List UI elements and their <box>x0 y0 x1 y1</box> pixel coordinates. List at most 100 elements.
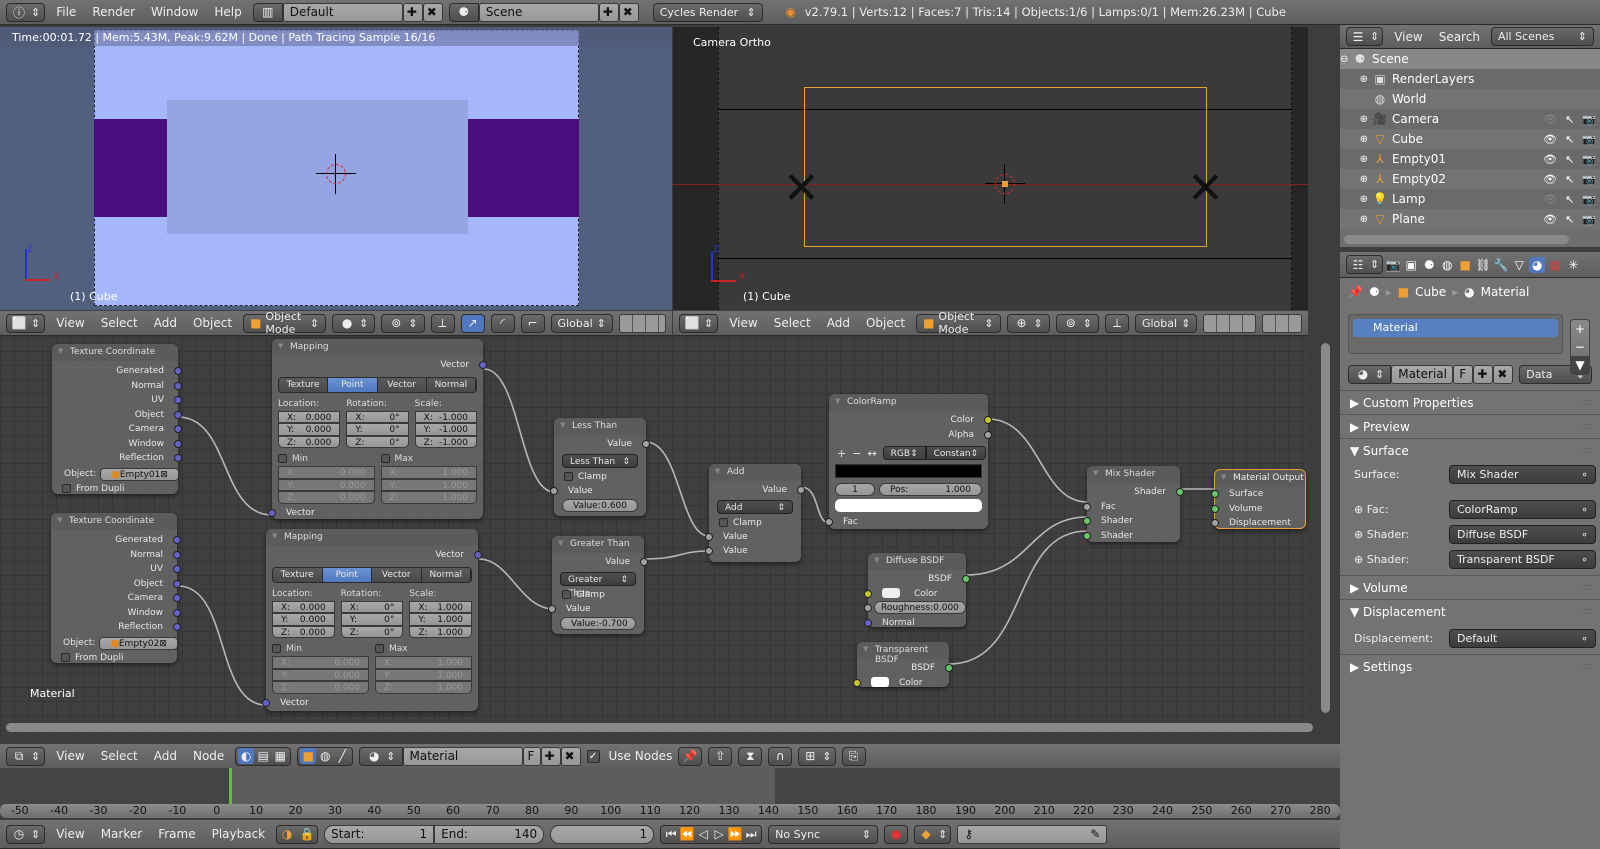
linestyle-shader-icon[interactable]: ╱ <box>334 748 350 764</box>
socket[interactable] <box>945 664 953 672</box>
jump-end-icon[interactable]: ⏭ <box>743 826 759 842</box>
object-shader-icon[interactable]: ■ <box>300 748 317 764</box>
visibility-eye-icon[interactable]: 👁 <box>1543 193 1557 206</box>
node-editor-canvas[interactable]: Texture Coordinate Generated Normal UV O… <box>0 337 1330 735</box>
start-frame-field[interactable]: Start: 1 <box>324 824 435 844</box>
tab-render-icon[interactable]: 📷 <box>1385 257 1401 273</box>
socket[interactable] <box>984 416 992 424</box>
stop-color-swatch[interactable] <box>835 499 982 512</box>
location-x[interactable]: X: 0.000 <box>278 410 341 423</box>
menu-marker[interactable]: Marker <box>96 827 147 841</box>
socket[interactable] <box>1211 504 1219 513</box>
socket[interactable] <box>173 550 181 559</box>
layers-grid[interactable] <box>1203 313 1256 333</box>
tab-constraints-icon[interactable]: ⛓ <box>1475 257 1491 273</box>
socket[interactable] <box>268 508 276 517</box>
copy-paste-buttons[interactable]: ⎘ <box>841 746 866 766</box>
compositing-nodes-icon[interactable]: ▤ <box>255 748 271 764</box>
add-slot-button[interactable]: + <box>1571 320 1589 338</box>
prev-keyframe-icon[interactable]: ⏪ <box>679 826 695 842</box>
unlink-material-button[interactable]: ✖ <box>560 746 581 766</box>
flip-ramp-button[interactable]: ↔ <box>867 447 876 460</box>
scene-icon-button[interactable]: ⚈ <box>448 2 479 22</box>
rotate-manipulator[interactable]: ◜ <box>490 313 515 333</box>
socket[interactable] <box>642 440 650 448</box>
jump-start-icon[interactable]: ⏮ <box>663 826 679 842</box>
type-point[interactable]: Point <box>328 377 378 392</box>
renderability-camera-icon[interactable]: 📷 <box>1582 113 1596 126</box>
keying-set-button[interactable]: ◆ ⇕ <box>914 824 952 844</box>
tab-renderlayers-icon[interactable]: ▣ <box>1403 257 1419 273</box>
visibility-eye-icon[interactable]: 👁 <box>1543 113 1557 126</box>
socket[interactable] <box>1083 502 1091 511</box>
location-x[interactable]: X: 0.000 <box>272 600 335 613</box>
socket[interactable] <box>1211 519 1219 527</box>
shader1-input-button[interactable]: Diffuse BSDF ∘ <box>1449 525 1596 544</box>
current-frame-indicator[interactable] <box>229 768 232 804</box>
scale-y[interactable]: Y: 1.000 <box>409 613 473 626</box>
surface-shader-button[interactable]: Mix Shader ∘ <box>1449 465 1596 484</box>
panel-surface[interactable]: ▼ Surface:::: <box>1340 438 1600 462</box>
color-mode-dropdown[interactable]: RGB ⇕ <box>882 446 926 460</box>
menu-render[interactable]: Render <box>87 5 140 19</box>
node-mix-shader[interactable]: Mix Shader Shader Fac Shader Shader <box>1083 466 1184 542</box>
node-material-output[interactable]: Material Output Surface Volume Displacem… <box>1211 469 1306 529</box>
node-add[interactable]: Add Value Add⇕ Clamp Value Value <box>705 464 805 562</box>
slot-specials-button[interactable]: ▼ <box>1571 356 1589 374</box>
play-reverse-icon[interactable]: ◁ <box>695 826 711 842</box>
selectability-cursor-icon[interactable]: ↖ <box>1565 193 1574 206</box>
type-vector[interactable]: Vector <box>377 377 427 392</box>
menu-add[interactable]: Add <box>822 316 855 330</box>
horizontal-scrollbar[interactable] <box>6 723 1313 732</box>
menu-node[interactable]: Node <box>188 749 229 763</box>
expand-toggle[interactable]: ⊕ <box>1340 74 1368 85</box>
socket[interactable] <box>173 608 181 617</box>
editor-type-3d-button[interactable]: ⬜ ⇕ <box>679 313 719 333</box>
outliner-item[interactable]: ⊕ ▽ Plane 👁 ↖ 📷 <box>1340 209 1600 229</box>
screen-layout-icon-button[interactable]: ▥ <box>252 2 283 22</box>
material-name-field[interactable]: Material <box>1391 364 1454 384</box>
selectability-cursor-icon[interactable]: ↖ <box>1565 113 1574 126</box>
editor-type-3d-button[interactable]: ⬜ ⇕ <box>6 313 46 333</box>
expand-toggle[interactable]: ⊕ <box>1340 194 1368 205</box>
frame-ruler[interactable]: -50 -40 -30 -20 -10 0 10 20 30 40 50 60 70 80 90 100 110… <box>0 804 1340 818</box>
tab-particles-icon[interactable]: ✳ <box>1565 257 1581 273</box>
menu-select[interactable]: Select <box>769 316 816 330</box>
socket[interactable] <box>705 547 713 555</box>
outliner-item[interactable]: ⊕ ▣ RenderLayers <box>1340 69 1600 89</box>
expand-toggle[interactable]: ⊖ <box>1340 54 1348 65</box>
panel-custom-properties[interactable]: ▶ Custom Properties:::: <box>1340 390 1600 414</box>
node-mapping-1[interactable]: Mapping Vector Texture Point Vector Norm… <box>268 339 487 519</box>
sync-dropdown[interactable]: No Sync ⇕ <box>768 824 879 844</box>
socket[interactable] <box>173 579 181 588</box>
socket[interactable] <box>474 551 482 559</box>
socket[interactable] <box>1176 488 1184 496</box>
socket[interactable] <box>984 430 992 439</box>
menu-view[interactable]: View <box>51 316 89 330</box>
fake-user-button[interactable]: F <box>1453 364 1474 384</box>
editor-type-outliner-button[interactable]: ☰ ⇕ <box>1346 27 1384 46</box>
texture-nodes-icon[interactable]: ▦ <box>272 748 288 764</box>
timeline-area[interactable]: -50 -40 -30 -20 -10 0 10 20 30 40 50 60 70 80 90 100 110… <box>0 768 1340 818</box>
shading-dropdown[interactable]: ● ⇕ <box>332 313 376 333</box>
shader2-input-button[interactable]: Transparent BSDF ∘ <box>1449 550 1596 569</box>
outliner-item[interactable]: ⊕ ⅄ Empty02 👁 ↖ 📷 <box>1340 169 1600 189</box>
visibility-eye-icon[interactable]: 👁 <box>1543 213 1557 226</box>
node-transparent-bsdf[interactable]: Transparent BSDF BSDF Color <box>853 642 953 688</box>
current-frame-field[interactable]: 1 <box>550 824 655 844</box>
socket[interactable] <box>864 589 872 598</box>
interpolation-dropdown[interactable]: Constan ⇕ <box>925 446 987 460</box>
expand-toggle[interactable]: ⊕ <box>1340 154 1368 165</box>
socket[interactable] <box>864 604 872 612</box>
socket[interactable] <box>174 367 182 375</box>
manipulator-toggle[interactable]: ⟂ <box>1104 313 1129 333</box>
socket[interactable] <box>174 410 182 419</box>
displacement-input-button[interactable]: Default ∘ <box>1449 629 1596 648</box>
socket[interactable] <box>864 618 872 627</box>
remove-scene-button[interactable]: ✖ <box>618 2 639 22</box>
fake-user-button[interactable]: F <box>522 746 541 766</box>
type-normal[interactable]: Normal <box>426 377 476 392</box>
min-checkbox[interactable]: Min <box>272 644 369 654</box>
pin-button[interactable]: 📌 <box>678 746 703 766</box>
value-field[interactable]: Value: 0.600 <box>562 499 638 512</box>
